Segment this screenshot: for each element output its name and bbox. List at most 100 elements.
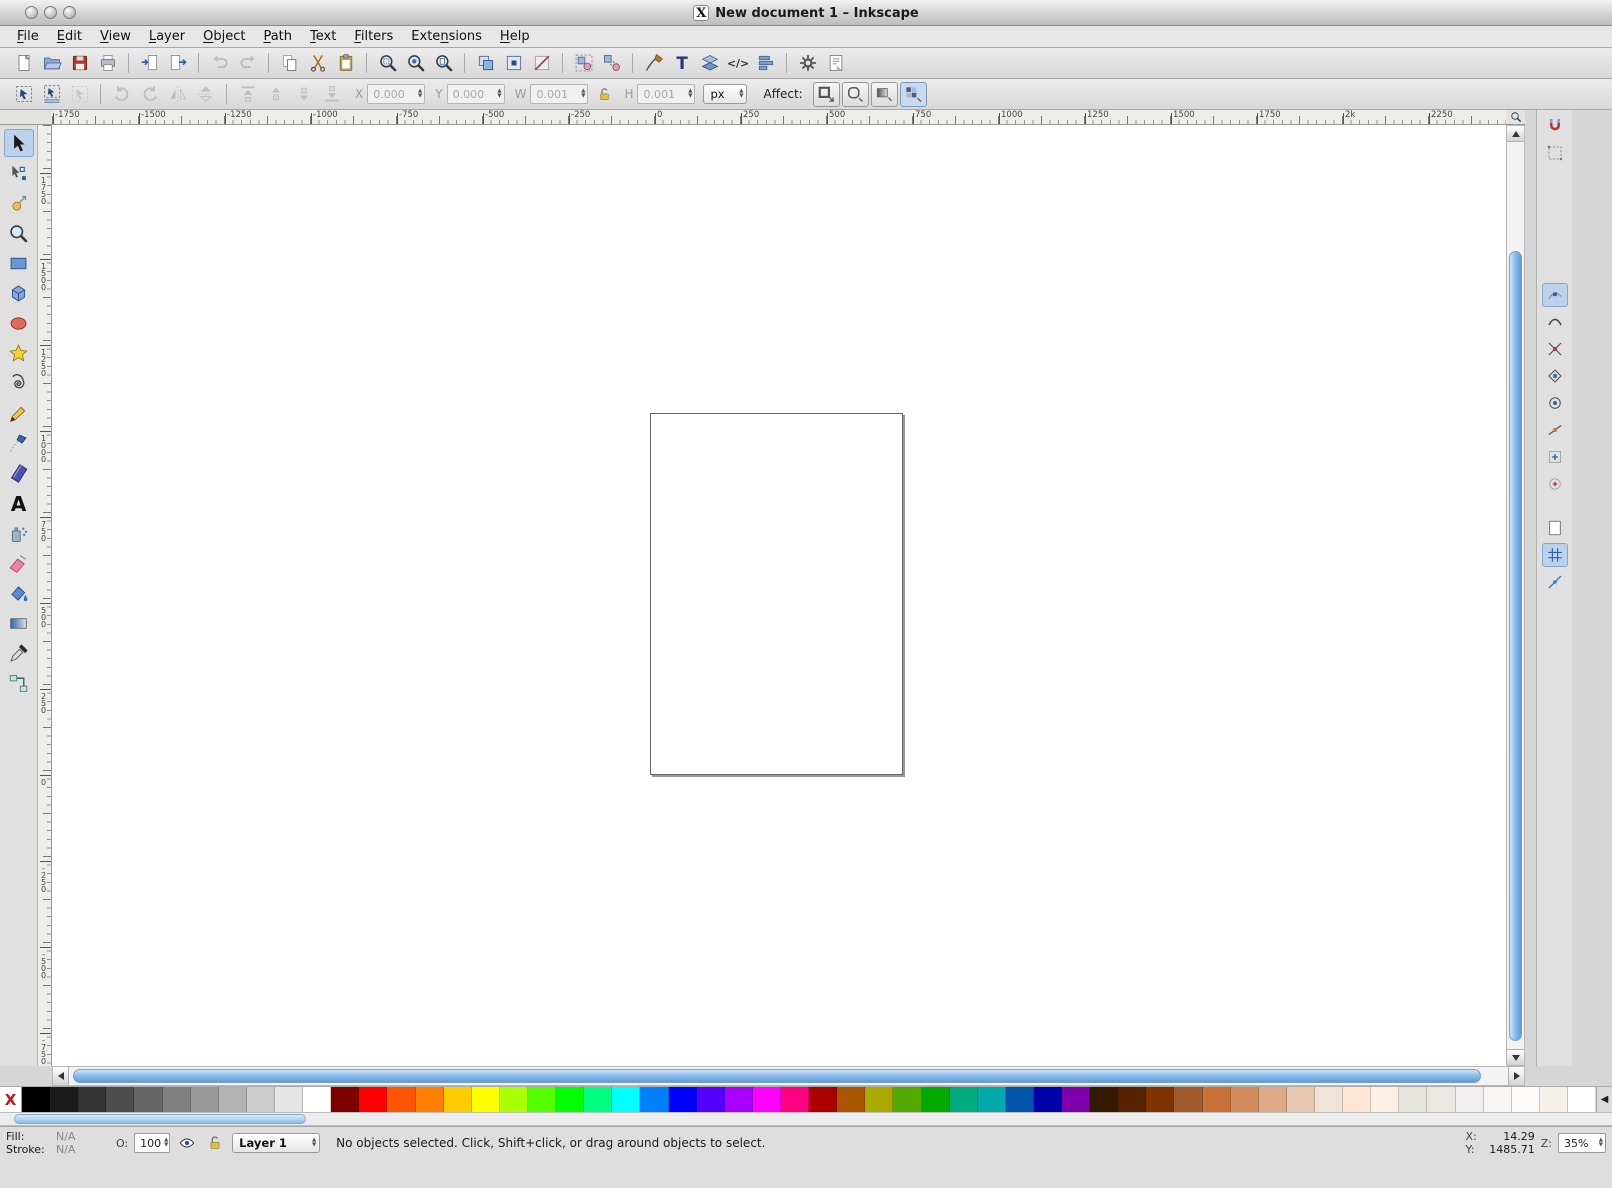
- xml-editor-button[interactable]: </>: [724, 50, 751, 76]
- export-button[interactable]: [164, 50, 191, 76]
- palette-swatch[interactable]: [669, 1087, 697, 1112]
- palette-swatch[interactable]: [191, 1087, 219, 1112]
- layer-lock-toggle[interactable]: [204, 1133, 226, 1153]
- tweak-tool[interactable]: [4, 189, 34, 217]
- snap-midpoints-button[interactable]: [1542, 418, 1568, 442]
- zoom-page-button[interactable]: [430, 50, 457, 76]
- snap-enable-button[interactable]: [1542, 114, 1568, 138]
- palette-swatch[interactable]: [1118, 1087, 1146, 1112]
- zoom-stepper[interactable]: ▲▼: [1599, 1138, 1603, 1148]
- palette-swatch[interactable]: [472, 1087, 500, 1112]
- text-dialog-button[interactable]: T: [668, 50, 695, 76]
- palette-swatch[interactable]: [359, 1087, 387, 1112]
- palette-swatch[interactable]: [1034, 1087, 1062, 1112]
- layer-stepper[interactable]: ▲▼: [312, 1138, 316, 1148]
- redo-button[interactable]: [234, 50, 261, 76]
- menu-edit[interactable]: Edit: [48, 27, 91, 46]
- zoom-drawing-button[interactable]: [402, 50, 429, 76]
- layer-visibility-toggle[interactable]: [176, 1133, 198, 1153]
- fill-stroke-dialog-button[interactable]: [640, 50, 667, 76]
- scroll-up-arrow[interactable]: [1507, 126, 1524, 142]
- lock-ratio-button[interactable]: [594, 84, 614, 104]
- palette-swatch[interactable]: [219, 1087, 247, 1112]
- menu-help[interactable]: Help: [491, 27, 539, 46]
- deselect-button[interactable]: [66, 81, 93, 107]
- horizontal-scrollbar[interactable]: [52, 1066, 1525, 1086]
- paste-button[interactable]: [332, 50, 359, 76]
- y-stepper[interactable]: ▲▼: [497, 89, 501, 99]
- snap-page-border-button[interactable]: [1542, 516, 1568, 540]
- copy-button[interactable]: [276, 50, 303, 76]
- palette-scroll-thumb[interactable]: [14, 1114, 306, 1124]
- palette-swatch[interactable]: [1512, 1087, 1540, 1112]
- unit-stepper[interactable]: ▲▼: [739, 89, 743, 99]
- palette-swatch[interactable]: [78, 1087, 106, 1112]
- palette-swatch[interactable]: [416, 1087, 444, 1112]
- vertical-ruler[interactable]: 17501500125010007505002500-250-500-750: [38, 125, 52, 1066]
- zoom-selection-button[interactable]: [374, 50, 401, 76]
- menu-layer[interactable]: Layer: [140, 27, 194, 46]
- palette-swatch[interactable]: [1484, 1087, 1512, 1112]
- menu-file[interactable]: File: [8, 27, 48, 46]
- palette-swatch[interactable]: [106, 1087, 134, 1112]
- clone-button[interactable]: [500, 50, 527, 76]
- scroll-right-arrow[interactable]: [1508, 1067, 1524, 1085]
- flip-horizontal-button[interactable]: [164, 81, 191, 107]
- open-button[interactable]: [38, 50, 65, 76]
- palette-swatch[interactable]: [950, 1087, 978, 1112]
- palette-swatch[interactable]: [444, 1087, 472, 1112]
- zoom-tool[interactable]: [4, 219, 34, 247]
- star-tool[interactable]: [4, 339, 34, 367]
- palette-swatch[interactable]: [1090, 1087, 1118, 1112]
- x-input[interactable]: 0.000 ▲▼: [367, 84, 425, 104]
- group-button[interactable]: [570, 50, 597, 76]
- save-button[interactable]: [66, 50, 93, 76]
- duplicate-button[interactable]: [472, 50, 499, 76]
- menu-view[interactable]: View: [91, 27, 140, 46]
- gradient-tool[interactable]: [4, 609, 34, 637]
- menu-path[interactable]: Path: [254, 27, 301, 46]
- scroll-down-arrow[interactable]: [1507, 1049, 1524, 1065]
- canvas[interactable]: [52, 125, 1506, 1066]
- rotate-ccw-button[interactable]: [108, 81, 135, 107]
- rotate-cw-button[interactable]: [136, 81, 163, 107]
- palette-swatch[interactable]: [1259, 1087, 1287, 1112]
- lower-button[interactable]: [290, 81, 317, 107]
- lower-to-bottom-button[interactable]: [318, 81, 345, 107]
- menu-filters[interactable]: Filters: [345, 27, 402, 46]
- palette-swatch[interactable]: [1287, 1087, 1315, 1112]
- palette-swatch[interactable]: [922, 1087, 950, 1112]
- preferences-button[interactable]: [794, 50, 821, 76]
- y-input[interactable]: 0.000 ▲▼: [447, 84, 505, 104]
- dropper-tool[interactable]: [4, 639, 34, 667]
- eraser-tool[interactable]: [4, 549, 34, 577]
- menu-extensions[interactable]: Extensions: [402, 27, 491, 46]
- spray-tool[interactable]: [4, 519, 34, 547]
- palette-swatch[interactable]: [978, 1087, 1006, 1112]
- horizontal-scroll-thumb[interactable]: [73, 1069, 1481, 1083]
- snap-smooth-nodes-button[interactable]: [1542, 391, 1568, 415]
- pencil-tool[interactable]: [4, 399, 34, 427]
- layers-dialog-button[interactable]: [696, 50, 723, 76]
- affect-corners-button[interactable]: [842, 82, 869, 107]
- height-input[interactable]: 0.001 ▲▼: [637, 84, 695, 104]
- opacity-input[interactable]: 100 ▲▼: [134, 1133, 170, 1153]
- stroke-value[interactable]: N/A: [56, 1143, 96, 1156]
- select-all-button[interactable]: [10, 81, 37, 107]
- bezier-pen-tool[interactable]: [4, 429, 34, 457]
- affect-stroke-button[interactable]: [813, 82, 840, 107]
- connector-tool[interactable]: [4, 669, 34, 697]
- raise-to-top-button[interactable]: [234, 81, 261, 107]
- print-button[interactable]: [94, 50, 121, 76]
- palette-swatch[interactable]: [331, 1087, 359, 1112]
- horizontal-ruler[interactable]: -1750-1500-1250-1000-750-500-25002505007…: [52, 110, 1506, 125]
- snap-bounding-box-button[interactable]: [1542, 141, 1568, 165]
- palette-swatch[interactable]: [1174, 1087, 1202, 1112]
- palette-swatch[interactable]: [387, 1087, 415, 1112]
- snap-to-paths-button[interactable]: [1542, 310, 1568, 334]
- palette-swatch[interactable]: [1456, 1087, 1484, 1112]
- vertical-scrollbar[interactable]: [1506, 125, 1525, 1066]
- height-stepper[interactable]: ▲▼: [688, 89, 692, 99]
- palette-swatch[interactable]: [500, 1087, 528, 1112]
- select-all-layers-button[interactable]: [38, 81, 65, 107]
